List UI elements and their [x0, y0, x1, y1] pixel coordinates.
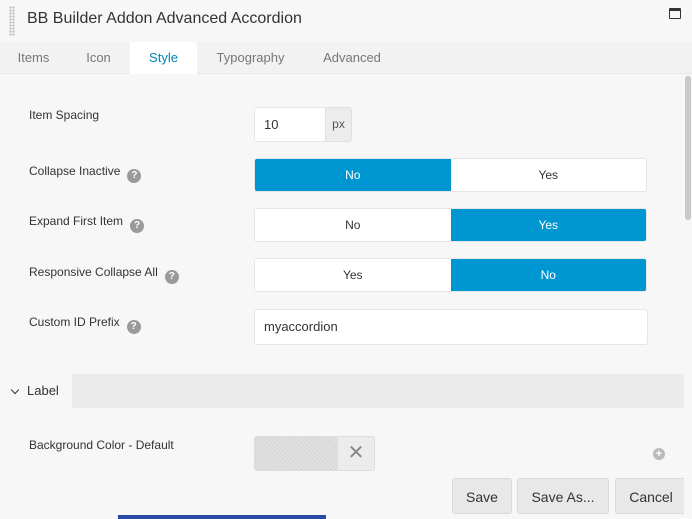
- item-spacing-unit: px: [325, 107, 352, 142]
- add-icon[interactable]: +: [653, 448, 665, 460]
- tab-style[interactable]: Style: [130, 42, 197, 75]
- scrollbar-thumb[interactable]: [685, 76, 691, 220]
- color-picker-swatch[interactable]: [254, 436, 338, 471]
- expand-first-no[interactable]: No: [255, 209, 451, 241]
- collapse-inactive-row: Collapse Inactive?: [29, 164, 142, 183]
- cancel-button[interactable]: Cancel: [615, 478, 687, 514]
- help-icon[interactable]: ?: [130, 219, 145, 233]
- maximize-icon[interactable]: [669, 8, 681, 19]
- custom-id-prefix-row: Custom ID Prefix?: [29, 315, 141, 334]
- save-button[interactable]: Save: [452, 478, 512, 514]
- expand-first-toggle: No Yes: [254, 208, 647, 242]
- responsive-collapse-toggle: Yes No: [254, 258, 647, 292]
- label-section-toggle[interactable]: Label: [0, 374, 72, 408]
- responsive-collapse-yes[interactable]: Yes: [255, 259, 451, 291]
- section-title: Label: [27, 383, 59, 398]
- drag-handle-icon[interactable]: [9, 6, 15, 36]
- item-spacing-label: Item Spacing: [29, 108, 100, 122]
- tab-items[interactable]: Items: [0, 42, 67, 74]
- label-section-header: Label: [0, 374, 684, 408]
- close-icon[interactable]: ✕: [338, 436, 375, 471]
- tab-typography[interactable]: Typography: [197, 42, 304, 74]
- responsive-collapse-label: Responsive Collapse All: [29, 265, 158, 279]
- background-element: [118, 515, 326, 519]
- expand-first-label: Expand First Item: [29, 214, 124, 228]
- title-bar: BB Builder Addon Advanced Accordion: [0, 0, 692, 42]
- help-icon[interactable]: ?: [127, 169, 142, 183]
- tab-icon[interactable]: Icon: [67, 42, 130, 74]
- save-as-button[interactable]: Save As...: [517, 478, 609, 514]
- bg-color-label: Background Color - Default: [29, 438, 174, 452]
- expand-first-row: Expand First Item?: [29, 214, 145, 233]
- responsive-collapse-row: Responsive Collapse All?: [29, 265, 179, 284]
- chevron-down-icon: [10, 385, 20, 395]
- collapse-inactive-no[interactable]: No: [255, 159, 451, 191]
- responsive-collapse-no[interactable]: No: [450, 259, 646, 291]
- help-icon[interactable]: ?: [164, 270, 179, 284]
- help-icon[interactable]: ?: [126, 320, 141, 334]
- collapse-inactive-label: Collapse Inactive: [29, 164, 121, 178]
- window-title: BB Builder Addon Advanced Accordion: [27, 10, 302, 27]
- tab-bar: Items Icon Style Typography Advanced: [0, 42, 692, 75]
- expand-first-yes[interactable]: Yes: [450, 209, 646, 241]
- item-spacing-input[interactable]: 10: [254, 107, 326, 142]
- style-settings-panel: Item Spacing 10 px Collapse Inactive? No…: [0, 74, 684, 374]
- custom-id-prefix-input[interactable]: myaccordion: [254, 309, 648, 345]
- scrollbar[interactable]: [684, 74, 692, 519]
- custom-id-prefix-label: Custom ID Prefix: [29, 315, 120, 329]
- collapse-inactive-yes[interactable]: Yes: [451, 159, 647, 191]
- collapse-inactive-toggle: No Yes: [254, 158, 647, 192]
- tab-advanced[interactable]: Advanced: [304, 42, 400, 74]
